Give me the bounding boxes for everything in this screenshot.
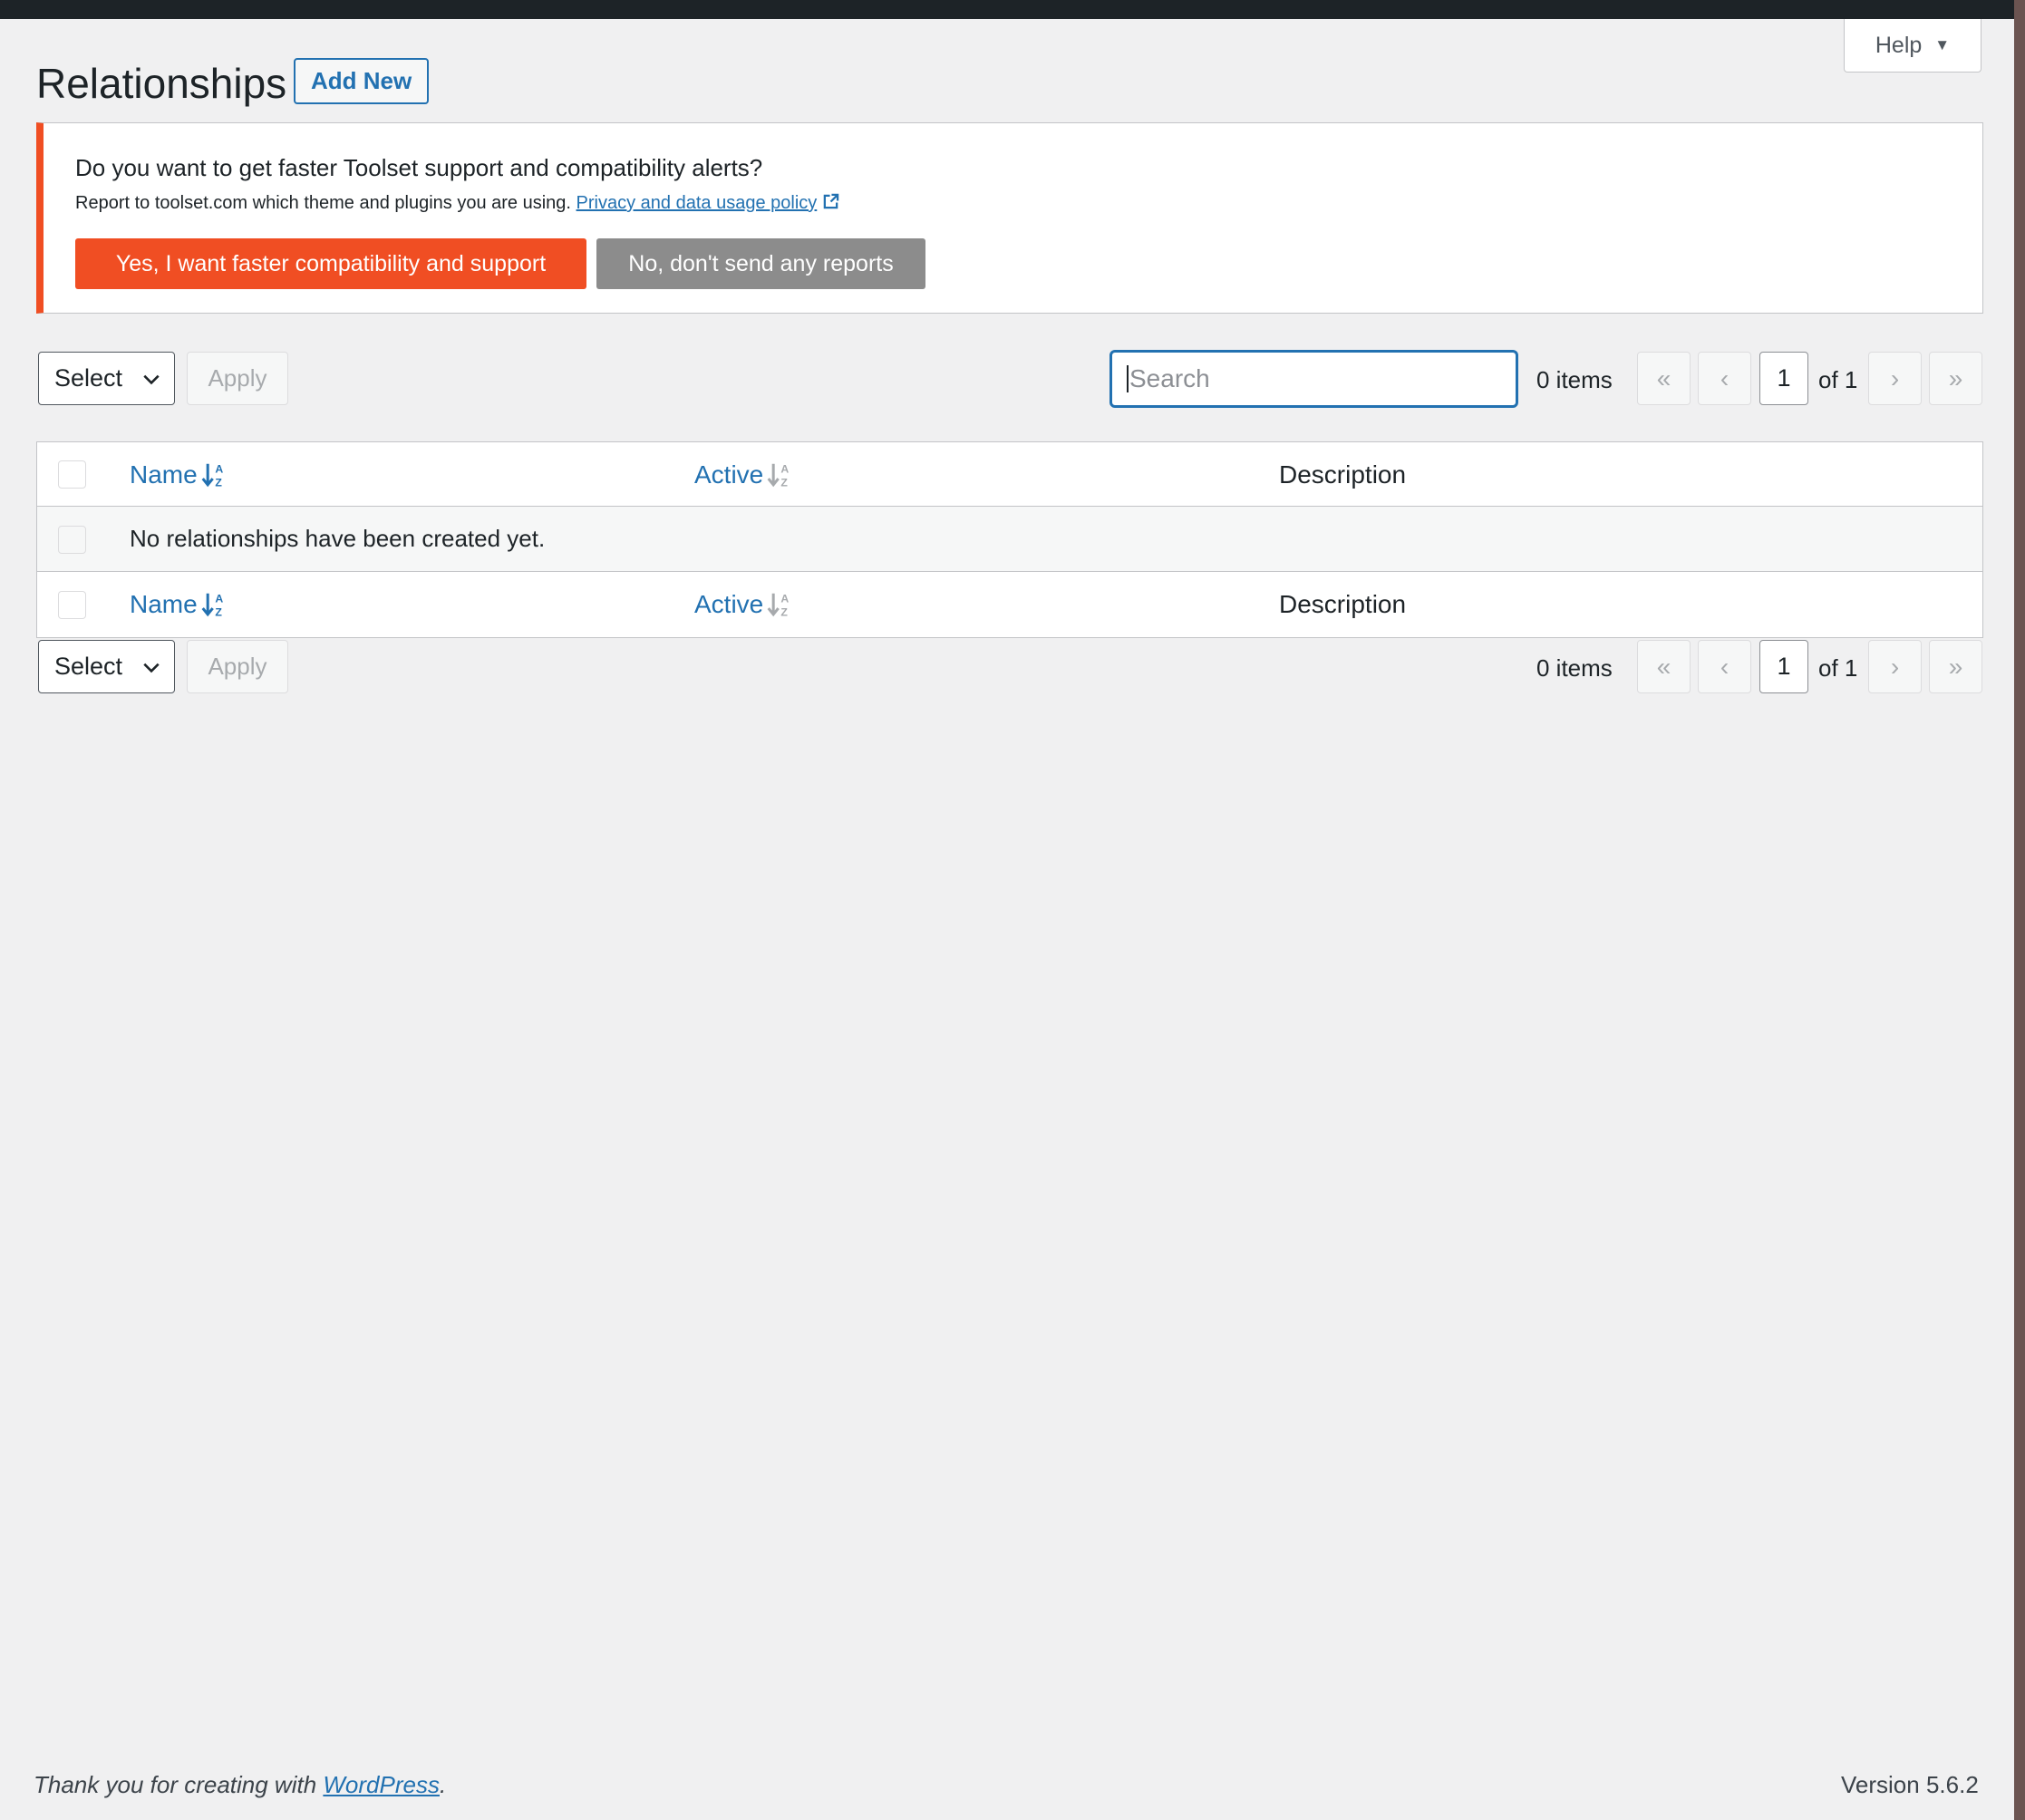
footer-thanks-suffix: .: [439, 1771, 447, 1798]
apply-button-top[interactable]: Apply: [187, 352, 288, 405]
relationships-table: Name AZ Active AZ Description No relatio…: [36, 441, 1983, 638]
chevron-down-icon: [143, 663, 160, 673]
table-header-row: Name AZ Active AZ Description: [37, 442, 1982, 507]
notice-report-text: Report to toolset.com which theme and pl…: [75, 193, 839, 214]
column-description-header: Description: [1279, 460, 1407, 489]
sort-alpha-icon: AZ: [767, 462, 790, 489]
first-page-button-bottom[interactable]: «: [1637, 640, 1691, 693]
apply-button-bottom[interactable]: Apply: [187, 640, 288, 693]
total-pages-top: of 1: [1818, 366, 1858, 393]
footer-thanks: Thank you for creating with WordPress.: [34, 1771, 446, 1799]
footer-version: Version 5.6.2: [1841, 1771, 1979, 1798]
last-page-button-bottom[interactable]: »: [1929, 640, 1982, 693]
page-title: Relationships: [36, 60, 287, 107]
svg-text:Z: Z: [215, 605, 222, 618]
column-description-footer: Description: [1279, 590, 1407, 618]
caret-down-icon: ▼: [1934, 36, 1951, 53]
items-count-bottom: 0 items: [1536, 654, 1613, 682]
window-edge: [2014, 0, 2025, 1820]
current-page-input-bottom[interactable]: 1: [1759, 640, 1808, 693]
sort-alpha-icon: AZ: [201, 462, 223, 489]
empty-message: No relationships have been created yet.: [130, 525, 546, 552]
svg-text:A: A: [781, 592, 790, 605]
svg-text:Z: Z: [215, 476, 222, 489]
bulk-action-value: Select: [54, 653, 123, 680]
sort-alpha-icon: AZ: [767, 592, 790, 618]
wordpress-link[interactable]: WordPress: [323, 1771, 440, 1798]
column-name-label: Name: [130, 590, 198, 618]
support-notice: Do you want to get faster Toolset suppor…: [36, 122, 1983, 314]
first-page-button-top[interactable]: «: [1637, 352, 1691, 405]
help-tab-label: Help: [1875, 32, 1923, 58]
svg-text:Z: Z: [781, 605, 789, 618]
next-page-button-top[interactable]: ›: [1868, 352, 1922, 405]
footer-thanks-prefix: Thank you for creating with: [34, 1771, 324, 1798]
svg-text:A: A: [781, 462, 790, 475]
last-page-button-top[interactable]: »: [1929, 352, 1982, 405]
admin-bar: [0, 0, 2025, 19]
sort-alpha-icon: AZ: [201, 592, 223, 618]
bulk-action-select-top[interactable]: Select: [38, 352, 175, 405]
column-name-sort[interactable]: Name AZ: [130, 460, 227, 489]
notice-question: Do you want to get faster Toolset suppor…: [75, 154, 763, 181]
svg-text:A: A: [215, 592, 223, 605]
bulk-action-select-bottom[interactable]: Select: [38, 640, 175, 693]
column-active-sort[interactable]: Active AZ: [694, 460, 792, 489]
select-all-checkbox[interactable]: [58, 460, 86, 489]
search-placeholder: Search: [1129, 364, 1210, 392]
bulk-action-value: Select: [54, 364, 123, 392]
column-active-sort-footer[interactable]: Active AZ: [694, 590, 792, 619]
prev-page-button-top[interactable]: ‹: [1698, 352, 1751, 405]
row-checkbox[interactable]: [58, 526, 86, 554]
help-tab-button[interactable]: Help ▼: [1844, 19, 1981, 73]
privacy-policy-link[interactable]: Privacy and data usage policy: [576, 193, 840, 213]
column-name-sort-footer[interactable]: Name AZ: [130, 590, 227, 619]
column-active-label: Active: [694, 460, 764, 489]
prev-page-button-bottom[interactable]: ‹: [1698, 640, 1751, 693]
chevron-down-icon: [143, 374, 160, 385]
current-page-input-top[interactable]: 1: [1759, 352, 1808, 405]
column-active-label: Active: [694, 590, 764, 618]
table-row: No relationships have been created yet.: [37, 507, 1982, 572]
items-count-top: 0 items: [1536, 366, 1613, 393]
no-reports-button[interactable]: No, don't send any reports: [596, 238, 925, 289]
add-new-button[interactable]: Add New: [294, 58, 430, 104]
total-pages-bottom: of 1: [1818, 654, 1858, 682]
next-page-button-bottom[interactable]: ›: [1868, 640, 1922, 693]
table-footer-row: Name AZ Active AZ Description: [37, 572, 1982, 637]
yes-faster-support-button[interactable]: Yes, I want faster compatibility and sup…: [75, 238, 586, 289]
notice-report-label: Report to toolset.com which theme and pl…: [75, 193, 571, 213]
search-input[interactable]: Search: [1109, 350, 1518, 408]
external-link-icon: [823, 193, 839, 209]
svg-text:Z: Z: [781, 476, 789, 489]
page-content: Help ▼ Relationships Add New Do you want…: [0, 19, 2014, 1820]
text-cursor: [1127, 365, 1129, 392]
svg-text:A: A: [215, 462, 223, 475]
column-name-label: Name: [130, 460, 198, 489]
select-all-checkbox-footer[interactable]: [58, 591, 86, 619]
